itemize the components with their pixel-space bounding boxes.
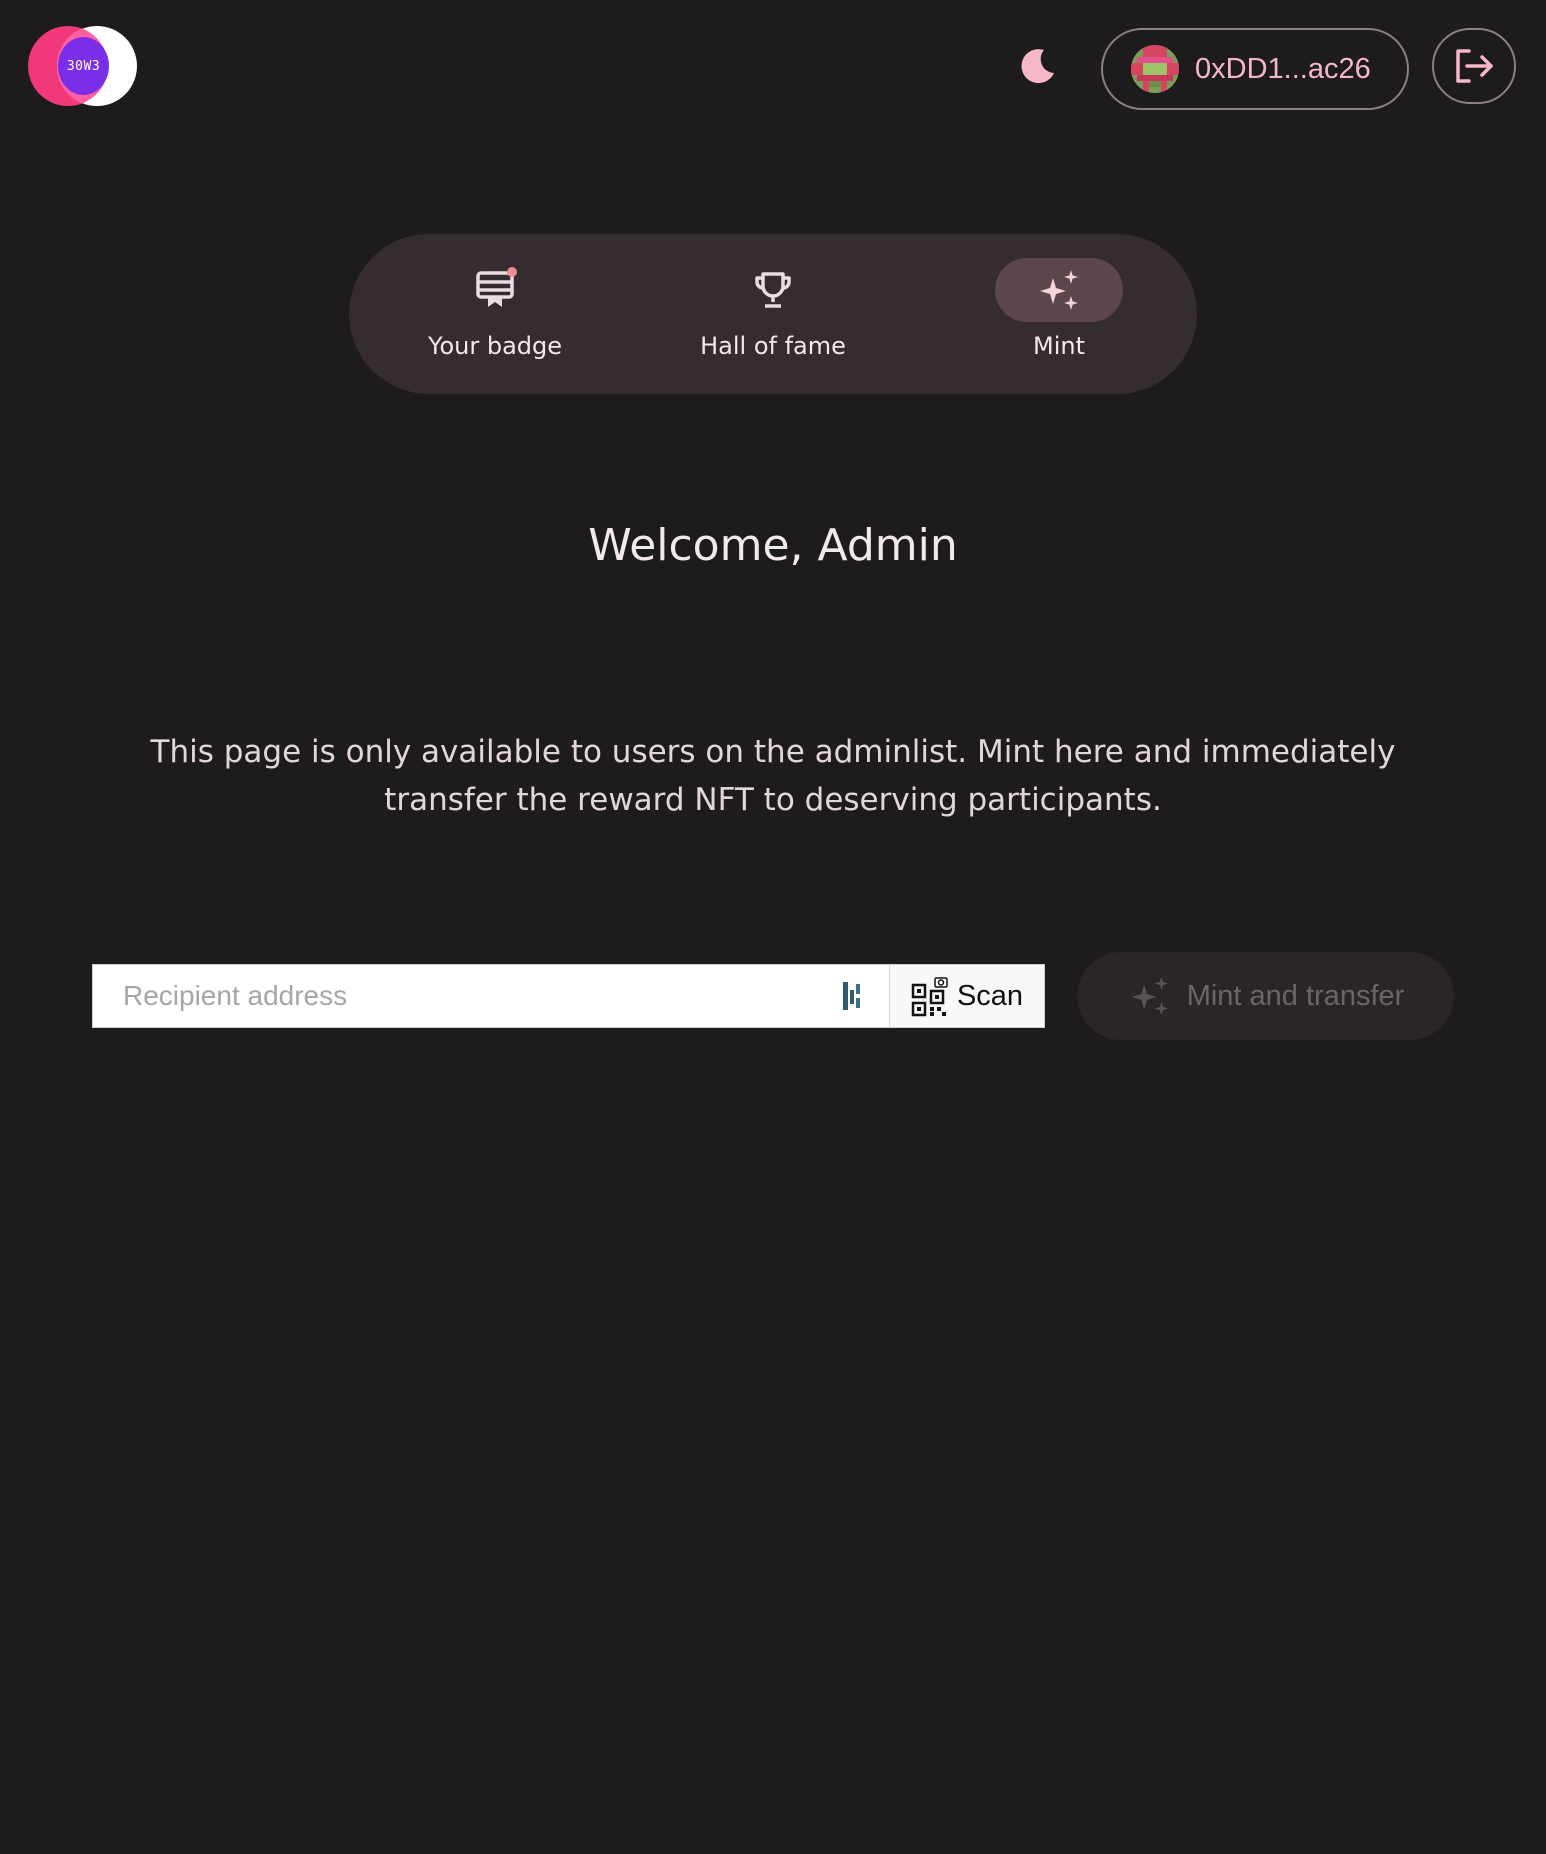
recipient-address-input[interactable] (93, 965, 825, 1027)
app-logo[interactable]: 30W3 (28, 26, 138, 106)
recipient-field: Scan (92, 964, 1045, 1028)
nav-item-mint[interactable]: Mint (949, 234, 1169, 394)
mint-button-label: Mint and transfer (1186, 979, 1405, 1012)
sparkles-icon (1131, 976, 1168, 1016)
qr-code-icon (911, 977, 948, 1017)
nav-active-indicator (995, 258, 1123, 322)
badge-icon (476, 267, 517, 307)
scan-label: Scan (956, 979, 1024, 1012)
page-description: This page is only available to users on … (150, 734, 1396, 818)
page: 30W3 0xDD1...ac26 Your badge Hall of fam… (0, 0, 1546, 1854)
main-nav: Your badge Hall of fame Mint (349, 234, 1197, 394)
theme-toggle-button[interactable] (1016, 44, 1060, 88)
nav-label-your-badge: Your badge (427, 332, 563, 360)
nav-item-hall-of-fame[interactable]: Hall of fame (663, 234, 883, 394)
mint-and-transfer-button[interactable]: Mint and transfer (1077, 952, 1454, 1040)
page-title: Welcome, Admin (588, 520, 958, 571)
moon-icon (1021, 49, 1054, 84)
logout-icon (1456, 49, 1493, 83)
logo-mark: 30W3 (58, 37, 109, 95)
password-manager-icon[interactable] (825, 964, 881, 1028)
scan-button[interactable]: Scan (889, 965, 1044, 1027)
nav-label-mint: Mint (1033, 332, 1085, 360)
wallet-button[interactable]: 0xDD1...ac26 (1101, 28, 1409, 110)
trophy-icon (755, 272, 791, 308)
nav-item-your-badge[interactable]: Your badge (385, 234, 605, 394)
logo-text: 30W3 (66, 58, 101, 74)
avatar (1131, 45, 1179, 93)
logout-button[interactable] (1432, 28, 1516, 104)
nav-label-hall-of-fame: Hall of fame (700, 332, 846, 360)
wallet-address: 0xDD1...ac26 (1195, 52, 1371, 85)
sparkles-icon (1040, 270, 1078, 310)
